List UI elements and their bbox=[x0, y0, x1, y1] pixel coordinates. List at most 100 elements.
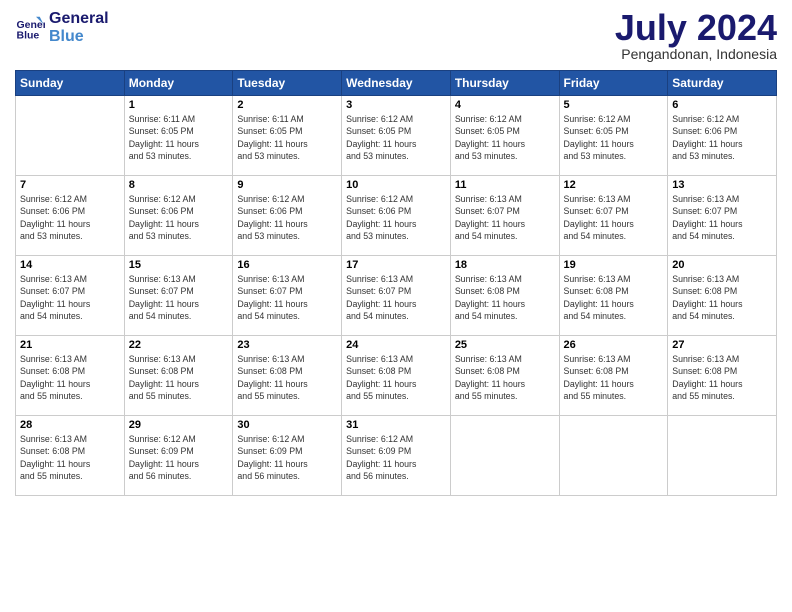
calendar-header-tuesday: Tuesday bbox=[233, 71, 342, 96]
day-info: Sunrise: 6:12 AM Sunset: 6:06 PM Dayligh… bbox=[346, 193, 446, 242]
day-info: Sunrise: 6:13 AM Sunset: 6:07 PM Dayligh… bbox=[672, 193, 772, 242]
calendar-header-sunday: Sunday bbox=[16, 71, 125, 96]
calendar-cell bbox=[668, 416, 777, 496]
calendar-cell: 3 Sunrise: 6:12 AM Sunset: 6:05 PM Daylig… bbox=[342, 96, 451, 176]
calendar-cell: 4 Sunrise: 6:12 AM Sunset: 6:05 PM Daylig… bbox=[450, 96, 559, 176]
day-number: 27 bbox=[672, 339, 772, 351]
day-number: 6 bbox=[672, 99, 772, 111]
location-subtitle: Pengandonan, Indonesia bbox=[615, 46, 777, 62]
calendar-cell: 16Sunrise: 6:13 AM Sunset: 6:07 PM Dayli… bbox=[233, 256, 342, 336]
day-info: Sunrise: 6:13 AM Sunset: 6:08 PM Dayligh… bbox=[672, 273, 772, 322]
day-number: 19 bbox=[564, 259, 664, 271]
day-info: Sunrise: 6:12 AM Sunset: 6:06 PM Dayligh… bbox=[672, 113, 772, 162]
calendar-cell: 26 Sunrise: 6:13 AM Sunset: 6:08 PM Dayli… bbox=[559, 336, 668, 416]
calendar-cell: 13 Sunrise: 6:13 AM Sunset: 6:07 PM Dayli… bbox=[668, 176, 777, 256]
day-number: 28 bbox=[20, 419, 120, 431]
day-info: Sunrise: 6:13 AM Sunset: 6:08 PM Dayligh… bbox=[455, 273, 555, 322]
day-number: 13 bbox=[672, 179, 772, 191]
day-info: Sunrise: 6:13 AM Sunset: 6:07 PM Dayligh… bbox=[564, 193, 664, 242]
calendar-cell: 11 Sunrise: 6:13 AM Sunset: 6:07 PM Dayli… bbox=[450, 176, 559, 256]
calendar-cell: 30 Sunrise: 6:12 AM Sunset: 6:09 PM Dayli… bbox=[233, 416, 342, 496]
calendar-cell: 21Sunrise: 6:13 AM Sunset: 6:08 PM Dayli… bbox=[16, 336, 125, 416]
calendar-table: SundayMondayTuesdayWednesdayThursdayFrid… bbox=[15, 70, 777, 496]
calendar-cell bbox=[16, 96, 125, 176]
calendar-cell: 14 Sunrise: 6:13 AM Sunset: 6:07 PM Dayli… bbox=[16, 256, 125, 336]
calendar-cell: 15Sunrise: 6:13 AM Sunset: 6:07 PM Dayli… bbox=[124, 256, 233, 336]
calendar-cell: 17 Sunrise: 6:13 AM Sunset: 6:07 PM Dayli… bbox=[342, 256, 451, 336]
day-info: Sunrise: 6:12 AM Sunset: 6:06 PM Dayligh… bbox=[237, 193, 337, 242]
day-info: Sunrise: 6:12 AM Sunset: 6:09 PM Dayligh… bbox=[346, 433, 446, 482]
day-info: Sunrise: 6:11 AM Sunset: 6:05 PM Dayligh… bbox=[237, 113, 337, 162]
calendar-cell: 20 Sunrise: 6:13 AM Sunset: 6:08 PM Dayli… bbox=[668, 256, 777, 336]
day-info: Sunrise: 6:13 AM Sunset: 6:08 PM Dayligh… bbox=[20, 433, 120, 482]
calendar-cell: 18Sunrise: 6:13 AM Sunset: 6:08 PM Dayli… bbox=[450, 256, 559, 336]
header: General Blue General Blue July 2024 Peng… bbox=[15, 10, 777, 62]
day-info: Sunrise: 6:13 AM Sunset: 6:08 PM Dayligh… bbox=[672, 353, 772, 402]
calendar-cell: 8 Sunrise: 6:12 AM Sunset: 6:06 PM Daylig… bbox=[124, 176, 233, 256]
calendar-cell: 2 Sunrise: 6:11 AM Sunset: 6:05 PM Daylig… bbox=[233, 96, 342, 176]
day-info: Sunrise: 6:13 AM Sunset: 6:08 PM Dayligh… bbox=[346, 353, 446, 402]
day-info: Sunrise: 6:12 AM Sunset: 6:05 PM Dayligh… bbox=[455, 113, 555, 162]
calendar-header-saturday: Saturday bbox=[668, 71, 777, 96]
calendar-cell: 31Sunrise: 6:12 AM Sunset: 6:09 PM Dayli… bbox=[342, 416, 451, 496]
day-info: Sunrise: 6:12 AM Sunset: 6:09 PM Dayligh… bbox=[237, 433, 337, 482]
calendar-cell bbox=[559, 416, 668, 496]
logo: General Blue General Blue bbox=[15, 10, 109, 45]
calendar-cell: 23 Sunrise: 6:13 AM Sunset: 6:08 PM Dayli… bbox=[233, 336, 342, 416]
calendar-cell: 10Sunrise: 6:12 AM Sunset: 6:06 PM Dayli… bbox=[342, 176, 451, 256]
day-info: Sunrise: 6:13 AM Sunset: 6:08 PM Dayligh… bbox=[564, 273, 664, 322]
day-number: 3 bbox=[346, 99, 446, 111]
day-info: Sunrise: 6:13 AM Sunset: 6:07 PM Dayligh… bbox=[20, 273, 120, 322]
day-info: Sunrise: 6:13 AM Sunset: 6:07 PM Dayligh… bbox=[129, 273, 229, 322]
calendar-cell: 6 Sunrise: 6:12 AM Sunset: 6:06 PM Daylig… bbox=[668, 96, 777, 176]
calendar-cell: 25 Sunrise: 6:13 AM Sunset: 6:08 PM Dayli… bbox=[450, 336, 559, 416]
day-number: 4 bbox=[455, 99, 555, 111]
day-number: 12 bbox=[564, 179, 664, 191]
calendar-cell: 5 Sunrise: 6:12 AM Sunset: 6:05 PM Daylig… bbox=[559, 96, 668, 176]
day-info: Sunrise: 6:12 AM Sunset: 6:05 PM Dayligh… bbox=[346, 113, 446, 162]
day-number: 7 bbox=[20, 179, 120, 191]
calendar-cell: 28 Sunrise: 6:13 AM Sunset: 6:08 PM Dayli… bbox=[16, 416, 125, 496]
calendar-cell: 1 Sunrise: 6:11 AM Sunset: 6:05 PM Daylig… bbox=[124, 96, 233, 176]
day-number: 2 bbox=[237, 99, 337, 111]
day-info: Sunrise: 6:13 AM Sunset: 6:08 PM Dayligh… bbox=[564, 353, 664, 402]
day-number: 11 bbox=[455, 179, 555, 191]
calendar-week-1: 7 Sunrise: 6:12 AM Sunset: 6:06 PM Daylig… bbox=[16, 176, 777, 256]
calendar-header-row: SundayMondayTuesdayWednesdayThursdayFrid… bbox=[16, 71, 777, 96]
day-info: Sunrise: 6:13 AM Sunset: 6:08 PM Dayligh… bbox=[455, 353, 555, 402]
calendar-cell: 22Sunrise: 6:13 AM Sunset: 6:08 PM Dayli… bbox=[124, 336, 233, 416]
calendar-cell: 24 Sunrise: 6:13 AM Sunset: 6:08 PM Dayli… bbox=[342, 336, 451, 416]
day-number: 30 bbox=[237, 419, 337, 431]
logo-icon: General Blue bbox=[15, 13, 45, 43]
day-number: 1 bbox=[129, 99, 229, 111]
day-info: Sunrise: 6:13 AM Sunset: 6:07 PM Dayligh… bbox=[346, 273, 446, 322]
day-number: 24 bbox=[346, 339, 446, 351]
day-info: Sunrise: 6:12 AM Sunset: 6:06 PM Dayligh… bbox=[129, 193, 229, 242]
day-number: 23 bbox=[237, 339, 337, 351]
day-number: 25 bbox=[455, 339, 555, 351]
calendar-header-thursday: Thursday bbox=[450, 71, 559, 96]
calendar-cell: 12 Sunrise: 6:13 AM Sunset: 6:07 PM Dayli… bbox=[559, 176, 668, 256]
day-number: 5 bbox=[564, 99, 664, 111]
day-number: 14 bbox=[20, 259, 120, 271]
calendar-header-wednesday: Wednesday bbox=[342, 71, 451, 96]
day-info: Sunrise: 6:13 AM Sunset: 6:08 PM Dayligh… bbox=[237, 353, 337, 402]
day-number: 26 bbox=[564, 339, 664, 351]
calendar-header-friday: Friday bbox=[559, 71, 668, 96]
day-number: 20 bbox=[672, 259, 772, 271]
day-number: 29 bbox=[129, 419, 229, 431]
calendar-cell: 7Sunrise: 6:12 AM Sunset: 6:06 PM Daylig… bbox=[16, 176, 125, 256]
day-info: Sunrise: 6:13 AM Sunset: 6:07 PM Dayligh… bbox=[455, 193, 555, 242]
calendar-cell bbox=[450, 416, 559, 496]
calendar-week-0: 1 Sunrise: 6:11 AM Sunset: 6:05 PM Daylig… bbox=[16, 96, 777, 176]
day-number: 8 bbox=[129, 179, 229, 191]
day-info: Sunrise: 6:11 AM Sunset: 6:05 PM Dayligh… bbox=[129, 113, 229, 162]
day-number: 17 bbox=[346, 259, 446, 271]
day-info: Sunrise: 6:12 AM Sunset: 6:05 PM Dayligh… bbox=[564, 113, 664, 162]
svg-text:Blue: Blue bbox=[17, 29, 40, 41]
calendar-week-4: 28 Sunrise: 6:13 AM Sunset: 6:08 PM Dayli… bbox=[16, 416, 777, 496]
calendar-cell: 29Sunrise: 6:12 AM Sunset: 6:09 PM Dayli… bbox=[124, 416, 233, 496]
month-title: July 2024 bbox=[615, 10, 777, 46]
calendar-week-3: 21Sunrise: 6:13 AM Sunset: 6:08 PM Dayli… bbox=[16, 336, 777, 416]
calendar-header-monday: Monday bbox=[124, 71, 233, 96]
